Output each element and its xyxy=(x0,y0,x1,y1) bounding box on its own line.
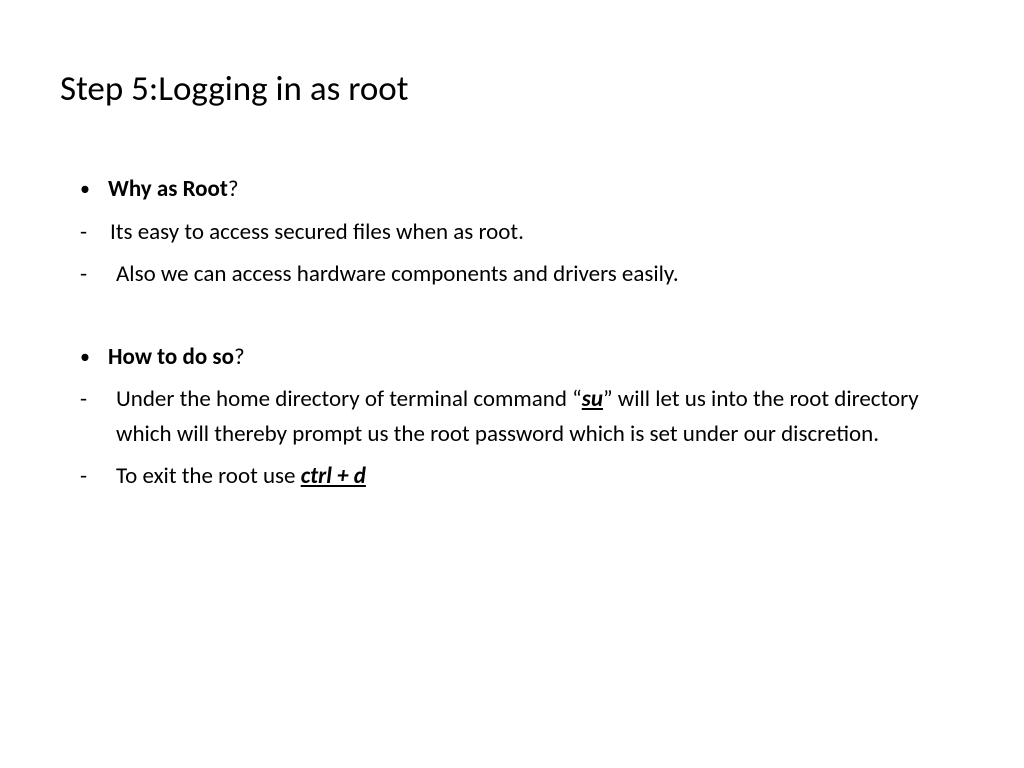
point-text: Also we can access hardware components a… xyxy=(110,257,964,292)
heading-suffix: ? xyxy=(234,343,245,371)
dash-item: - Under the home directory of terminal c… xyxy=(60,382,964,451)
dash-marker: - xyxy=(80,215,110,250)
dash-marker: - xyxy=(80,382,110,451)
text-prefix: To exit the root use xyxy=(116,462,301,490)
dash-item: - To exit the root use ctrl + d xyxy=(60,459,964,494)
command-su: su xyxy=(582,385,603,413)
point-text: Under the home directory of terminal com… xyxy=(110,382,964,451)
dash-marker: - xyxy=(80,459,110,494)
heading-suffix: ? xyxy=(228,175,239,203)
text-prefix: Under the home directory of terminal com… xyxy=(116,385,582,413)
point-text: To exit the root use ctrl + d xyxy=(110,459,964,494)
slide-title: Step 5:Logging in as root xyxy=(60,68,964,110)
slide-content: • Why as Root? - Its easy to access secu… xyxy=(60,172,964,494)
dash-item: - Its easy to access secured files when … xyxy=(60,215,964,250)
dash-marker: - xyxy=(80,257,110,292)
heading-text: How to do so? xyxy=(108,340,964,375)
heading-bold: How to do so xyxy=(108,343,234,371)
heading-text: Why as Root? xyxy=(108,172,964,207)
heading-bold: Why as Root xyxy=(108,175,228,203)
bullet-marker: • xyxy=(80,172,108,207)
bullet-why-as-root: • Why as Root? xyxy=(60,172,964,207)
bullet-marker: • xyxy=(80,340,108,375)
section-gap xyxy=(60,300,964,340)
dash-item: - Also we can access hardware components… xyxy=(60,257,964,292)
command-ctrl-d: ctrl + d xyxy=(301,462,366,490)
bullet-how-to-do-so: • How to do so? xyxy=(60,340,964,375)
point-text: Its easy to access secured files when as… xyxy=(110,215,964,250)
